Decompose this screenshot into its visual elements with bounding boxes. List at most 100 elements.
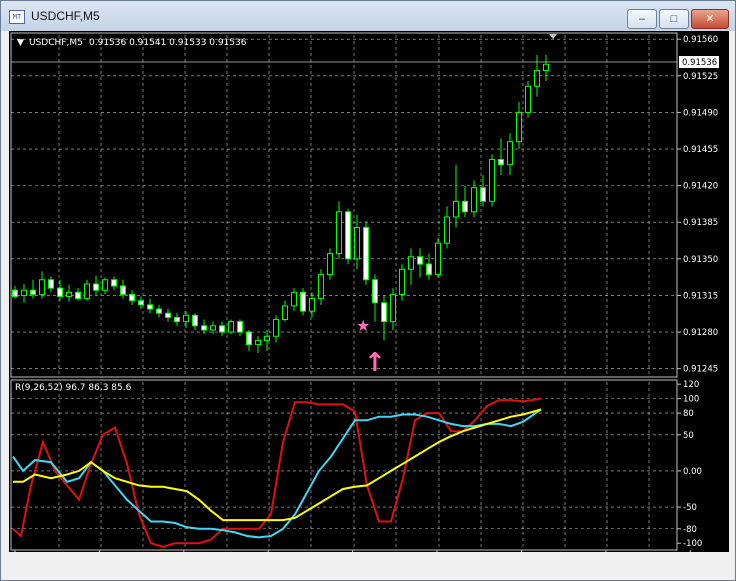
candle-body-bear	[57, 287, 63, 298]
candle-body-bull	[471, 187, 477, 213]
candle-body-bull	[543, 63, 549, 72]
candle-body-bull	[444, 216, 450, 244]
indicator-tick-label: 100	[683, 395, 699, 405]
candle-body-bull	[399, 268, 405, 295]
price-tick-label: 0.91560	[683, 35, 718, 45]
candle-body-bull	[84, 283, 90, 300]
star-marker-icon: ★	[356, 316, 370, 335]
candle-body-bear	[201, 325, 207, 331]
candle-body-bear	[156, 308, 162, 314]
candle-body-bear	[381, 302, 387, 323]
candle-body-bear	[111, 279, 117, 287]
close-button[interactable]: ✕	[691, 9, 729, 29]
candle-body-bear	[480, 187, 486, 202]
candle-body-bull	[534, 70, 540, 87]
candle-body-bear	[246, 331, 252, 346]
candle-body-bear	[30, 289, 36, 295]
candle-body-bull	[21, 289, 27, 296]
candle-body-bull	[273, 319, 279, 337]
candle-body-bull	[507, 141, 513, 166]
candle-body-bull	[183, 314, 189, 323]
price-panel-frame	[10, 32, 678, 378]
indicator-header: R(9,26,52) 96.7 86.3 85.6	[15, 383, 132, 393]
chart-window: MT USDCHF,M5 – □ ✕ 0.91560 0.91525 0.91490…	[0, 0, 736, 581]
candle-body-bull	[39, 279, 45, 295]
candle-body-bear	[300, 291, 306, 312]
candle-body-bull	[354, 226, 360, 260]
ohlc-values: 0.91536 0.91541 0.91533 0.91536	[89, 38, 247, 48]
chart-area[interactable]: 0.91560 0.91525 0.91490 0.91455 0.91420 0.913…	[9, 31, 736, 564]
indicator-tick-label: 120	[683, 380, 699, 390]
candle-body-bull	[336, 211, 342, 255]
maximize-button[interactable]: □	[659, 9, 689, 29]
price-tick-label: 0.91385	[683, 218, 718, 228]
price-tick-label: 0.91315	[683, 291, 718, 301]
candle-body-bull	[255, 339, 261, 346]
candle-body-bull	[525, 85, 531, 113]
indicator-tick-label: 80	[683, 409, 694, 419]
candle-body-bull	[435, 242, 441, 276]
candle-body-bear	[48, 279, 54, 289]
indicator-tick-label: -50	[683, 503, 697, 513]
symbol-header: USDCHF,M5	[29, 38, 83, 48]
price-tick-label: 0.91490	[683, 108, 718, 118]
candle-body-bull	[228, 321, 234, 333]
symbol-dropdown-icon[interactable]: ▼	[17, 38, 24, 48]
candle-body-bear	[237, 321, 243, 333]
candle-body-bull	[489, 158, 495, 202]
candle-body-bull	[309, 298, 315, 312]
candle-body-bull	[291, 291, 297, 307]
candle-body-bear	[462, 200, 468, 213]
candle-body-bear	[12, 289, 18, 298]
candle-body-bull	[453, 200, 459, 218]
chart-window-icon: MT	[9, 10, 25, 24]
candle-body-bear	[498, 158, 504, 166]
candle-body-bear	[120, 285, 126, 295]
candle-body-bull	[102, 279, 108, 291]
candle-body-bear	[75, 291, 81, 300]
price-tick-label: 0.91420	[683, 182, 718, 192]
window-title: USDCHF,M5	[31, 9, 100, 23]
candle-body-bear	[129, 293, 135, 302]
candle-body-bear	[363, 226, 369, 281]
indicator-tick-label: 50	[683, 431, 694, 441]
candle-body-bull	[327, 253, 333, 276]
price-tick-label: 0.91455	[683, 145, 718, 155]
indicator-tick-label: -100	[683, 539, 702, 549]
up-arrow-marker-icon: ↑	[364, 348, 386, 378]
indicator-tick-label: 0.00	[683, 467, 702, 477]
candle-body-bear	[93, 283, 99, 291]
candle-body-bear	[174, 316, 180, 323]
candle-body-bear	[147, 304, 153, 310]
title-bar[interactable]: MT USDCHF,M5 – □ ✕	[1, 1, 735, 31]
price-tick-label: 0.91245	[683, 365, 718, 375]
candle-body-bull	[318, 274, 324, 300]
candle-body-bull	[516, 111, 522, 143]
candle-body-bear	[372, 279, 378, 304]
candle-body-bear	[219, 325, 225, 333]
candle-body-bear	[426, 263, 432, 276]
candle-body-bear	[138, 300, 144, 306]
chart-shift-marker-icon[interactable]	[549, 34, 557, 39]
price-tick-label: 0.91280	[683, 328, 718, 338]
candle-body-bull	[408, 256, 414, 270]
price-tick-label: 0.91350	[683, 255, 718, 265]
indicator-line-fast	[12, 397, 542, 548]
chart-canvas[interactable]: 0.91560 0.91525 0.91490 0.91455 0.91420 0.913…	[9, 31, 736, 564]
indicator-tick-label: -80	[683, 525, 697, 535]
candle-body-bear	[192, 314, 198, 327]
candle-body-bear	[165, 312, 171, 318]
current-price-label: 0.91536	[682, 58, 717, 68]
candle-body-bull	[210, 325, 216, 331]
candle-body-bear	[345, 211, 351, 260]
minimize-button[interactable]: –	[627, 9, 657, 29]
candle-body-bull	[66, 291, 72, 298]
candlestick-series	[12, 54, 549, 353]
candle-body-bear	[417, 256, 423, 265]
price-tick-label: 0.91525	[683, 72, 718, 82]
candle-body-bull	[390, 293, 396, 323]
candle-body-bull	[282, 305, 288, 321]
grid-lines	[11, 35, 677, 549]
indicator-lines	[12, 397, 542, 548]
candle-body-bull	[264, 335, 270, 341]
